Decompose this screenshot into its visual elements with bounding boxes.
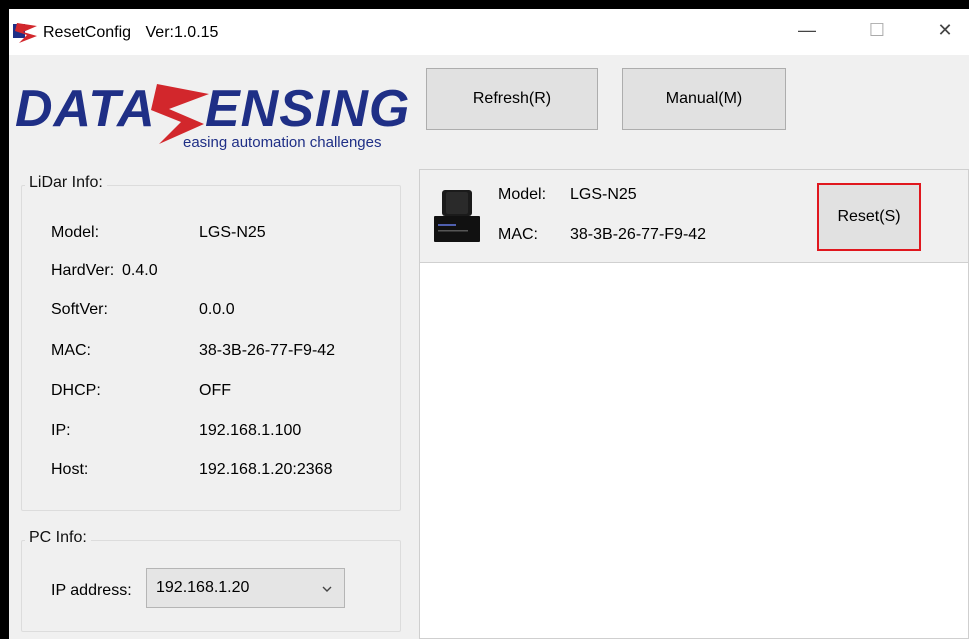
device-model-label: Model: [498, 186, 547, 203]
device-mac-value: 38-3B-26-77-F9-42 [570, 226, 707, 243]
app-icon [13, 23, 37, 43]
ip-value: 192.168.1.100 [199, 422, 302, 439]
close-button[interactable]: ✕ [925, 15, 965, 45]
reset-button[interactable]: Reset(S) [817, 183, 921, 251]
maximize-icon: ☐ [868, 19, 886, 40]
host-value: 192.168.1.20:2368 [199, 461, 333, 478]
device-list: Model: LGS-N25 MAC: 38-3B-26-77-F9-42 Re… [419, 169, 969, 639]
model-value: LGS-N25 [199, 224, 266, 241]
hardver-value: 0.4.0 [122, 262, 158, 279]
hardver-label: HardVer: [51, 262, 115, 279]
app-version: Ver:1.0.15 [145, 24, 219, 41]
mac-value: 38-3B-26-77-F9-42 [199, 342, 336, 359]
logo-brand-text: DATA [15, 80, 156, 138]
title-bar: ResetConfig Ver:1.0.15 — ☐ ✕ [9, 9, 969, 55]
minimize-button[interactable]: — [787, 15, 827, 45]
softver-value: 0.0.0 [199, 301, 235, 318]
datasensing-logo: DATA ENSING easing automation challenges [15, 80, 409, 151]
chevron-down-icon [322, 586, 332, 592]
device-list-item[interactable]: Model: LGS-N25 MAC: 38-3B-26-77-F9-42 Re… [420, 170, 968, 263]
logo-tagline: easing automation challenges [183, 134, 381, 151]
ip-address-select[interactable]: 192.168.1.20 [146, 568, 345, 608]
lidar-info-title: LiDar Info: [25, 174, 107, 192]
mac-label: MAC: [51, 342, 91, 359]
ip-address-label: IP address: [51, 582, 132, 599]
refresh-button[interactable]: Refresh(R) [426, 68, 598, 130]
app-name: ResetConfig [43, 24, 132, 41]
screen-border-top [0, 0, 969, 9]
logo-brand-text-2: ENSING [205, 80, 409, 138]
softver-label: SoftVer: [51, 301, 108, 318]
ip-address-selected: 192.168.1.20 [156, 579, 250, 596]
dhcp-value: OFF [199, 382, 231, 399]
lidar-device-icon [434, 190, 480, 242]
maximize-button[interactable]: ☐ [857, 15, 897, 45]
host-label: Host: [51, 461, 89, 478]
ip-label: IP: [51, 422, 71, 439]
dhcp-label: DHCP: [51, 382, 101, 399]
manual-button[interactable]: Manual(M) [622, 68, 786, 130]
reset-config-window: ResetConfig Ver:1.0.15 — ☐ ✕ DATA ENSING… [9, 9, 969, 639]
screen-border-left [0, 0, 9, 639]
window-title: ResetConfig Ver:1.0.15 [43, 24, 218, 42]
device-mac-label: MAC: [498, 226, 538, 243]
model-label: Model: [51, 224, 100, 241]
device-model-value: LGS-N25 [570, 186, 637, 203]
minimize-icon: — [798, 19, 816, 40]
pc-info-title: PC Info: [25, 529, 91, 547]
close-icon: ✕ [937, 19, 953, 40]
